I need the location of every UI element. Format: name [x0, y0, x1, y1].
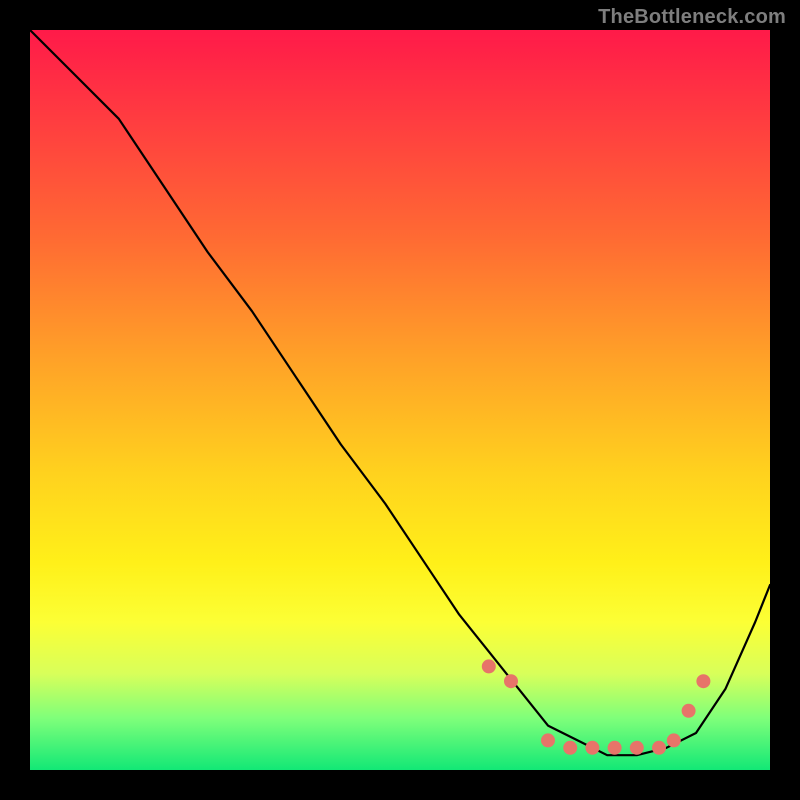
data-marker — [504, 674, 518, 688]
bottleneck-curve — [30, 30, 770, 755]
data-marker — [696, 674, 710, 688]
data-marker — [482, 659, 496, 673]
marker-group — [482, 659, 711, 754]
data-marker — [652, 741, 666, 755]
data-marker — [608, 741, 622, 755]
data-marker — [667, 733, 681, 747]
chart-overlay — [30, 30, 770, 770]
chart-stage: TheBottleneck.com — [0, 0, 800, 800]
data-marker — [630, 741, 644, 755]
watermark-text: TheBottleneck.com — [598, 6, 786, 29]
data-marker — [682, 704, 696, 718]
data-marker — [585, 741, 599, 755]
data-marker — [563, 741, 577, 755]
data-marker — [541, 733, 555, 747]
